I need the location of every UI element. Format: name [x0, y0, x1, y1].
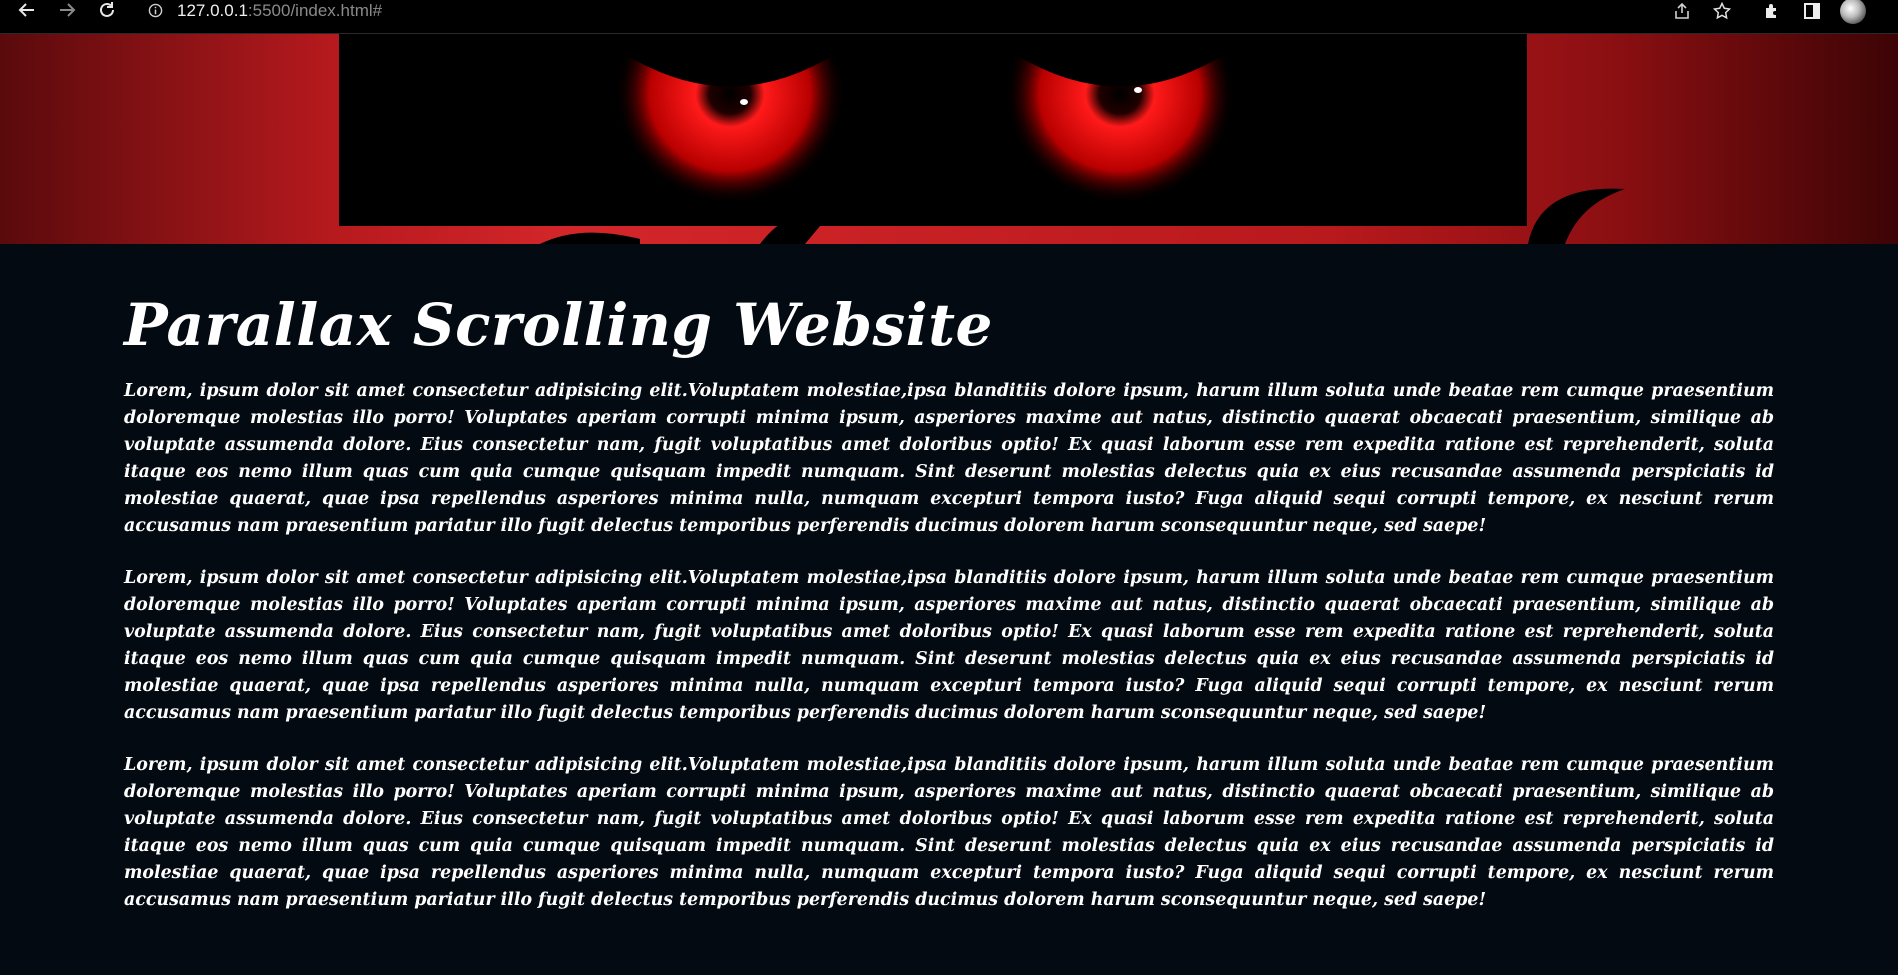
hero-image — [0, 34, 1898, 244]
reload-icon[interactable] — [97, 0, 117, 20]
url-path: :5500/index.html# — [247, 1, 383, 20]
extensions-icon[interactable] — [1761, 0, 1783, 22]
hero-illustration — [266, 34, 1632, 244]
page-title: Parallax Scrolling Website — [124, 291, 993, 359]
info-icon[interactable] — [148, 3, 163, 18]
main-content: Parallax Scrolling Website Lorem, ipsum … — [124, 244, 1774, 939]
star-icon[interactable] — [1711, 0, 1733, 22]
back-arrow-icon[interactable] — [17, 0, 37, 20]
url-host: 127.0.0.1 — [177, 1, 248, 20]
share-icon[interactable] — [1671, 0, 1693, 22]
paragraph-2: Lorem, ipsum dolor sit amet consectetur … — [124, 568, 1774, 723]
paragraph-3: Lorem, ipsum dolor sit amet consectetur … — [124, 755, 1774, 910]
forward-arrow-icon[interactable] — [57, 0, 77, 20]
paragraph-1: Lorem, ipsum dolor sit amet consectetur … — [124, 381, 1774, 536]
browser-toolbar: 127.0.0.1:5500/index.html# — [0, 0, 1898, 34]
side-panel-icon[interactable] — [1801, 0, 1823, 22]
profile-avatar[interactable] — [1840, 0, 1866, 24]
address-bar[interactable]: 127.0.0.1:5500/index.html# — [177, 0, 382, 22]
